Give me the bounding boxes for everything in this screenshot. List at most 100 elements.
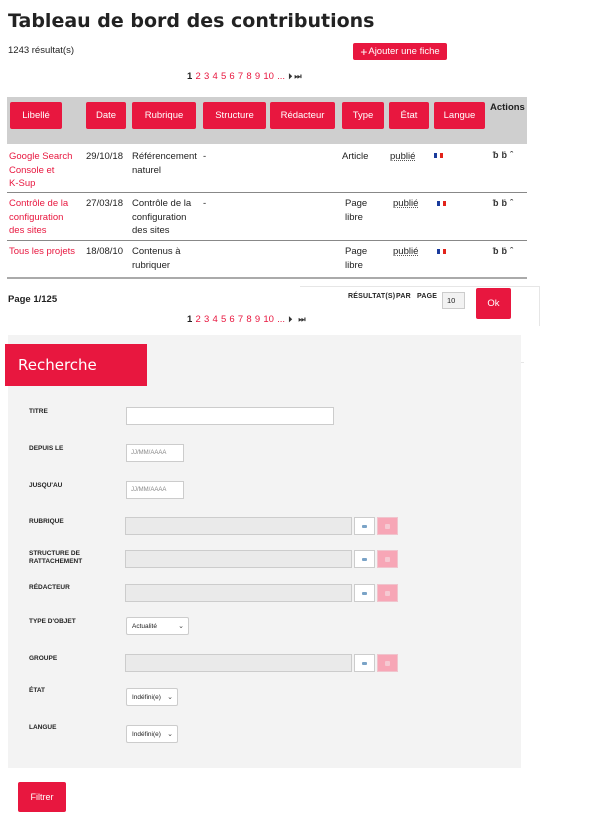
pagination-page-10[interactable]: 10 [263,71,274,82]
flag-fr-icon [437,249,446,254]
rubrique-clear-button[interactable] [377,517,398,535]
rubrique-browse-button[interactable] [354,517,375,535]
status-value: Indéfini(e) [132,693,161,701]
row-title-link[interactable]: Tous les projets [9,245,75,259]
ok-button[interactable]: Ok [476,288,511,319]
pagination-page-4[interactable]: 4 [212,314,217,325]
footer-frame [539,286,540,326]
pagination-page-8[interactable]: 8 [246,71,251,82]
sort-type-button[interactable]: Type [342,102,384,129]
row-type-line: libre [345,259,363,271]
object-type-select[interactable]: Actualité ⌄ [126,617,189,635]
edit-icon[interactable]: ᵬ [493,246,499,256]
pagination-page-5[interactable]: 5 [221,71,226,82]
structure-clear-button[interactable] [377,550,398,568]
pagination-top: 1 2 3 4 5 6 7 8 9 10 ... ⏵ ⏭ [187,71,304,82]
sort-date-button[interactable]: Date [86,102,126,129]
edit-icon[interactable]: ᵬ [493,150,499,160]
pagination-page-9[interactable]: 9 [255,71,260,82]
pagination-page-4[interactable]: 4 [212,71,217,82]
row-title-link[interactable]: Google Search Console et K-Sup [9,150,72,191]
pagination-page-8[interactable]: 8 [246,314,251,325]
duplicate-icon[interactable]: ḃ [502,198,508,208]
sort-etat-button[interactable]: État [389,102,429,129]
next-page-icon[interactable]: ⏵ [288,315,292,325]
duplicate-icon[interactable]: ḃ [502,246,508,256]
language-select[interactable]: Indéfini(e) ⌄ [126,725,178,743]
since-date-input[interactable]: JJ/MM/AAAA [126,444,184,462]
author-label: RÉDACTEUR [29,584,70,591]
chevron-down-icon: ⌄ [178,623,184,630]
row-rubrique-line: des sites [132,225,170,236]
pagination-page-9[interactable]: 9 [255,314,260,325]
row-status: publié [393,198,419,209]
pagination-page-6[interactable]: 6 [229,314,234,325]
last-page-icon[interactable]: ⏭ [294,72,301,82]
row-divider [7,240,527,241]
actions-header: Actions [490,102,525,113]
rubrique-label: RUBRIQUE [29,518,64,525]
structure-label: STRUCTURE DE RATTACHEMENT [29,550,82,566]
results-per-page-input[interactable]: 10 [442,292,465,309]
row-structure: - [203,151,207,162]
table-bottom-border [7,277,527,279]
sort-langue-button[interactable]: Langue [434,102,485,129]
rubrique-input[interactable] [125,517,352,535]
structure-label-line: RATTACHEMENT [29,558,83,565]
add-record-button[interactable]: + Ajouter une fiche [353,43,447,60]
group-input[interactable] [125,654,352,672]
until-date-input[interactable]: JJ/MM/AAAA [126,481,184,499]
pagination-page-3[interactable]: 3 [204,71,209,82]
since-label: DEPUIS LE [29,445,64,452]
row-title-line: Console et [9,164,55,176]
delete-icon[interactable]: ˆ [510,150,513,160]
structure-browse-button[interactable] [354,550,375,568]
chevron-down-icon: ⌄ [167,731,173,738]
group-browse-button[interactable] [354,654,375,672]
title-label: TITRE [29,408,48,415]
author-clear-button[interactable] [377,584,398,602]
pagination-page-7[interactable]: 7 [238,314,243,325]
delete-icon[interactable]: ˆ [510,198,513,208]
row-actions: ᵬ ḃ ˆ [493,198,513,208]
row-type-line: libre [345,211,363,223]
clear-icon [385,523,390,529]
structure-input[interactable] [125,550,352,568]
next-page-icon[interactable]: ⏵ [288,72,292,82]
group-label: GROUPE [29,655,58,662]
row-type-line: Page [345,246,368,257]
title-input[interactable] [126,407,334,425]
filter-button[interactable]: Filtrer [18,782,66,812]
folder-icon [362,557,367,561]
clear-icon [385,590,390,596]
sort-rubrique-button[interactable]: Rubrique [132,102,196,129]
row-actions: ᵬ ḃ ˆ [493,246,513,256]
group-clear-button[interactable] [377,654,398,672]
row-type: Page libre [345,197,367,224]
row-title-line: des sites [9,225,47,236]
pagination-page-2[interactable]: 2 [195,314,200,325]
pagination-page-10[interactable]: 10 [263,314,274,325]
delete-icon[interactable]: ˆ [510,246,513,256]
edit-icon[interactable]: ᵬ [493,198,499,208]
footer-frame [300,286,540,287]
status-select[interactable]: Indéfini(e) ⌄ [126,688,178,706]
sort-redacteur-button[interactable]: Rédacteur [270,102,335,129]
row-title-link[interactable]: Contrôle de la configuration des sites [9,197,68,238]
folder-icon [362,524,367,528]
sort-structure-button[interactable]: Structure [203,102,266,129]
sort-libelle-button[interactable]: Libellé [10,102,62,129]
page-indicator: Page 1/125 [8,294,58,305]
pagination-page-6[interactable]: 6 [229,71,234,82]
pagination-page-5[interactable]: 5 [221,314,226,325]
pagination-page-3[interactable]: 3 [204,314,209,325]
row-status: publié [393,246,419,257]
pagination-page-7[interactable]: 7 [238,71,243,82]
author-browse-button[interactable] [354,584,375,602]
language-value: Indéfini(e) [132,730,161,738]
author-input[interactable] [125,584,352,602]
last-page-icon[interactable]: ⏭ [298,315,305,325]
search-title: Recherche [5,344,147,386]
pagination-page-2[interactable]: 2 [195,71,200,82]
duplicate-icon[interactable]: ḃ [502,150,508,160]
